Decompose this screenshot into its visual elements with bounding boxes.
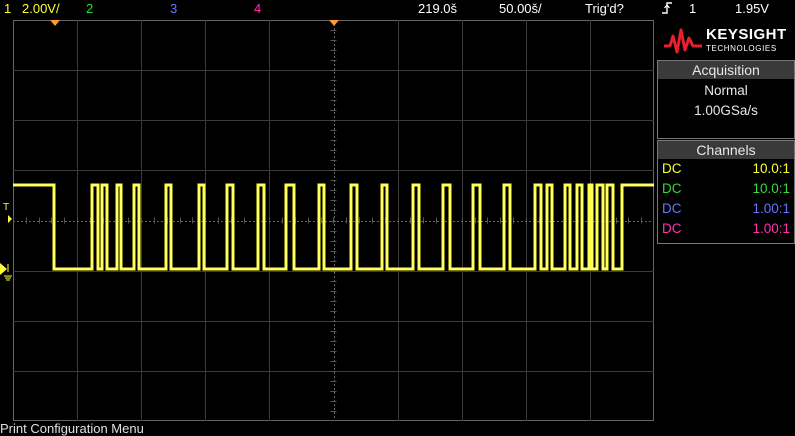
acquisition-title: Acquisition [658, 61, 794, 79]
keysight-logo: KEYSIGHT TECHNOLOGIES [656, 20, 795, 60]
timebase-readout[interactable]: 219.0š [418, 1, 457, 16]
acquisition-mode: Normal [704, 83, 748, 98]
channel-coupling: DC [662, 221, 682, 236]
channel-4-label[interactable]: 4 [254, 1, 261, 16]
sample-rate: 1.00GSa/s [694, 103, 758, 118]
channels-title: Channels [658, 141, 794, 159]
channel-row[interactable]: DC 1.00:1 [658, 219, 794, 239]
acquisition-panel[interactable]: Acquisition Normal 1.00GSa/s [657, 60, 795, 139]
keysight-wave-icon [664, 28, 702, 54]
channel-1-label[interactable]: 1 [4, 1, 11, 16]
channels-panel[interactable]: Channels DC 10.0:1 DC 10.0:1 DC 1.00:1 DC 1.00:… [657, 140, 795, 244]
channel-3-label[interactable]: 3 [170, 1, 177, 16]
trigger-level-t-icon: T [3, 202, 9, 213]
delay-readout[interactable]: 50.00š/ [499, 1, 542, 16]
channel-probe-ratio: 10.0:1 [752, 181, 790, 196]
channel-1-waveform [13, 183, 654, 271]
trigger-level[interactable]: 1.95V [735, 1, 769, 16]
rising-edge-icon [661, 1, 673, 18]
status-message: Print Configuration Menu [0, 421, 144, 436]
logo-sub-text: TECHNOLOGIES [706, 44, 777, 53]
channel-probe-ratio: 1.00:1 [752, 221, 790, 236]
channel-1-scale[interactable]: 2.00V/ [22, 1, 60, 16]
trigger-status: Trig'd? [585, 1, 624, 16]
time-reference-marker-icon [329, 20, 339, 26]
graticule-grid [13, 20, 654, 421]
channel-probe-ratio: 10.0:1 [752, 161, 790, 176]
channel-row[interactable]: DC 10.0:1 [658, 159, 794, 179]
waveform-display[interactable] [13, 20, 654, 421]
logo-brand-text: KEYSIGHT [706, 26, 787, 43]
left-level-markers: T [0, 202, 12, 281]
channel-row[interactable]: DC 10.0:1 [658, 179, 794, 199]
channel-coupling: DC [662, 161, 682, 176]
top-status-bar: 1 2.00V/ 2 3 4 219.0š 50.00š/ Trig'd? 1 … [0, 0, 795, 18]
channel-probe-ratio: 1.00:1 [752, 201, 790, 216]
channel-row[interactable]: DC 1.00:1 [658, 199, 794, 219]
channel-coupling: DC [662, 201, 682, 216]
channel-1-ground-icon [0, 263, 7, 275]
left-trigger-marker-icon [50, 20, 60, 26]
trigger-source[interactable]: 1 [689, 1, 696, 16]
channel-coupling: DC [662, 181, 682, 196]
channel-2-label[interactable]: 2 [86, 1, 93, 16]
